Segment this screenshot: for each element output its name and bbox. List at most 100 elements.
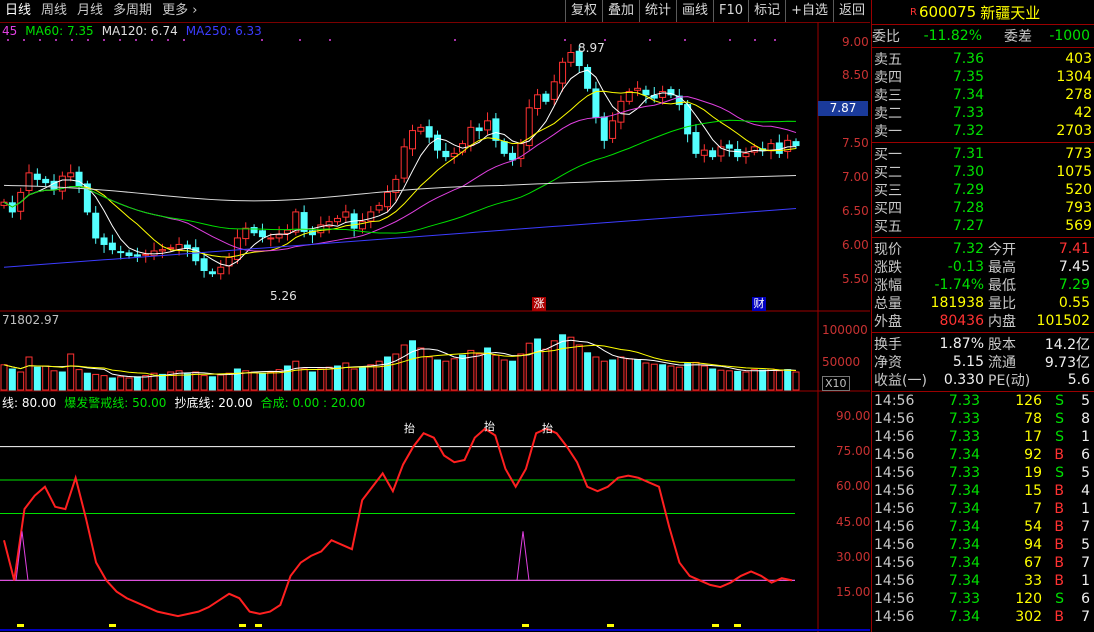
- book-row: 买五 7.27 569: [872, 217, 1094, 235]
- volume-bar: [500, 359, 508, 391]
- volume-bar: [625, 358, 633, 391]
- tick-list: 14:56 7.33 126 S 5 14:56 7.33 78 S 8 14:56 7.33 17 S 1…: [872, 392, 1094, 626]
- quote-label: 总量: [874, 296, 902, 312]
- volume-bar: [125, 377, 133, 391]
- tick-price: 7.33: [948, 429, 980, 445]
- period-dot: [71, 39, 73, 41]
- price-tick: 6.00: [842, 238, 869, 252]
- kline-chart[interactable]: [0, 0, 870, 632]
- event-cai[interactable]: 财: [752, 297, 766, 311]
- candle-body: [642, 89, 650, 96]
- candle-body: [275, 234, 283, 239]
- volume-bar: [509, 360, 517, 391]
- period-dot: [39, 39, 41, 41]
- book-volume: 1304: [1056, 69, 1092, 85]
- volume-bar: [667, 365, 675, 391]
- book-volume: 42: [1074, 105, 1092, 121]
- candle-body: [258, 230, 266, 238]
- book-row: 卖五 7.36 403: [872, 50, 1094, 68]
- volume-bar: [567, 336, 575, 391]
- candle-body: [417, 126, 425, 132]
- book-volume: 278: [1065, 87, 1092, 103]
- period-dot: [103, 39, 105, 41]
- fund-label: 流通: [988, 355, 1016, 371]
- indicator-tick: 75.00: [836, 444, 871, 458]
- candle-body: [125, 252, 133, 257]
- tick-time: 14:56: [874, 465, 915, 481]
- book-price: 7.32: [952, 123, 984, 139]
- book-volume: 793: [1065, 200, 1092, 216]
- book-price: 7.35: [952, 69, 984, 85]
- tick-volume: 15: [1024, 483, 1042, 499]
- signal-marker: [239, 624, 246, 627]
- candle-body: [700, 149, 708, 156]
- tick-row: 14:56 7.34 302 B 7: [872, 608, 1094, 626]
- indicator-legend: 线: 80.00 爆发警戒线: 50.00 抄底线: 20.00 合成: 0.00 :…: [2, 394, 365, 411]
- period-dot: [119, 39, 121, 41]
- volume-bar: [692, 361, 700, 391]
- book-label: 卖一: [874, 124, 902, 140]
- tick-time: 14:56: [874, 609, 915, 625]
- volume-bar: [425, 356, 433, 391]
- tick-count: 5: [1081, 537, 1090, 553]
- book-label: 卖三: [874, 88, 902, 104]
- tick-price: 7.33: [948, 411, 980, 427]
- volume-bar: [42, 365, 50, 391]
- fund-label: 股本: [988, 337, 1016, 353]
- volume-bar: [383, 356, 391, 391]
- quote-label: 现价: [874, 242, 902, 258]
- book-volume: 2703: [1056, 123, 1092, 139]
- tick-price: 7.34: [948, 609, 980, 625]
- quote-value: 7.32: [952, 241, 984, 257]
- volume-bar: [208, 376, 216, 391]
- candle-body: [142, 253, 150, 256]
- signal-marker: [109, 624, 116, 627]
- candle-body: [267, 237, 275, 240]
- tick-side: B: [1054, 501, 1064, 517]
- fund-row: 换手 1.87% 股本 14.2亿: [872, 335, 1094, 353]
- tick-time: 14:56: [874, 393, 915, 409]
- tick-price: 7.33: [948, 393, 980, 409]
- candle-body: [333, 217, 341, 223]
- candle-body: [500, 141, 508, 154]
- quote-label: 今开: [988, 242, 1016, 258]
- volume-bar: [158, 373, 166, 391]
- candle-body: [725, 144, 733, 149]
- candle-body: [484, 120, 492, 131]
- tick-side: S: [1055, 429, 1064, 445]
- volume-bar: [325, 366, 333, 391]
- event-zhang[interactable]: 涨: [532, 297, 546, 311]
- candle-body: [158, 249, 166, 252]
- volume-bar: [100, 375, 108, 391]
- candle-body: [108, 242, 116, 251]
- period-dot: [684, 39, 686, 41]
- weicha-label: 委差: [1004, 29, 1032, 45]
- period-dot: [23, 39, 25, 41]
- bid-book: 买一 7.31 773 买二 7.30 1075 买三 7.29 520 买四 7.28 793 买五 7…: [872, 143, 1094, 238]
- volume-bar: [767, 368, 775, 391]
- volume-bar: [584, 352, 592, 391]
- book-price: 7.31: [952, 146, 984, 162]
- indicator-legend-item: 线: 80.00: [2, 396, 57, 410]
- candle-body: [709, 150, 717, 158]
- volume-bar: [258, 372, 266, 391]
- period-dot: [261, 39, 263, 41]
- tick-row: 14:56 7.33 120 S 6: [872, 590, 1094, 608]
- tick-price: 7.34: [948, 501, 980, 517]
- ma10-line: [3, 90, 797, 258]
- volume-bar: [33, 366, 41, 391]
- volume-bar: [684, 363, 692, 391]
- volume-bar: [434, 359, 442, 391]
- ma120-line: [3, 174, 797, 202]
- indicator-tick: 30.00: [836, 550, 871, 564]
- book-label: 卖五: [874, 52, 902, 68]
- volume-bar: [742, 371, 750, 391]
- candle-body: [634, 87, 642, 91]
- candle-body: [467, 126, 475, 147]
- volume-bar: [17, 371, 25, 391]
- volume-bar: [83, 372, 91, 391]
- fund-label: 净资: [874, 355, 902, 371]
- tick-volume: 7: [1033, 501, 1042, 517]
- volume-bar: [292, 360, 300, 391]
- tick-side: B: [1054, 447, 1064, 463]
